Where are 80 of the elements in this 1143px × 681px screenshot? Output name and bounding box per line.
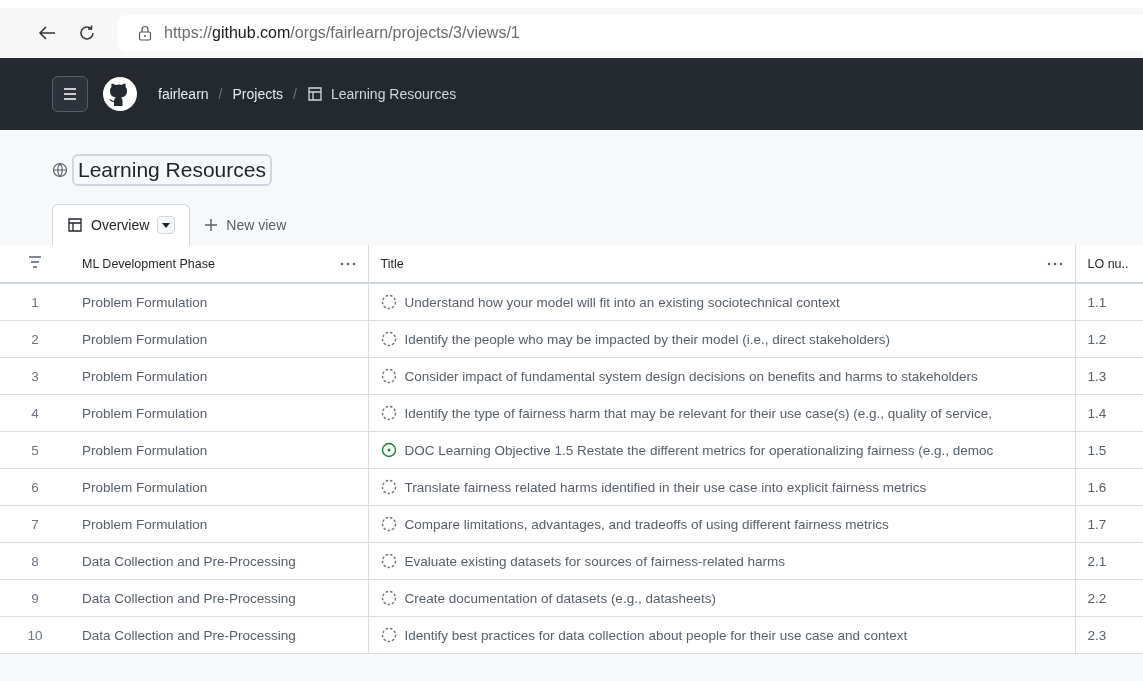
issue-title[interactable]: Identify the type of fairness harm that may be relevant for their use case(s) (e.g., quality of service, bbox=[404, 405, 993, 421]
issue-title[interactable]: Consider impact of fundamental system design decisions on benefits and harms to stakeholders bbox=[404, 368, 978, 384]
table-cell: 1.6 bbox=[1087, 479, 1107, 495]
row-number: 8 bbox=[31, 553, 39, 569]
row-number: 2 bbox=[31, 331, 39, 347]
octocat-logo-icon[interactable] bbox=[102, 76, 138, 112]
row-number: 10 bbox=[27, 627, 43, 643]
draft-issue-icon bbox=[380, 553, 397, 569]
table-cell: Data Collection and Pre-Processing bbox=[82, 627, 296, 643]
issue-title[interactable]: Create documentation of datasets (e.g., datasheets) bbox=[404, 590, 716, 606]
issue-title[interactable]: Understand how your model will fit into an existing sociotechnical context bbox=[404, 294, 840, 310]
draft-issue-icon bbox=[380, 405, 397, 421]
draft-issue-icon bbox=[380, 331, 397, 347]
table-cell: 2.2 bbox=[1087, 590, 1107, 606]
draft-issue-icon bbox=[380, 627, 397, 643]
table-cell: Problem Formulation bbox=[82, 442, 208, 458]
table-cell: 2.3 bbox=[1087, 627, 1107, 643]
draft-issue-icon bbox=[380, 590, 397, 606]
row-number: 7 bbox=[31, 516, 39, 532]
table-cell: 2.1 bbox=[1087, 553, 1107, 569]
row-number: 3 bbox=[31, 368, 39, 384]
issue-title[interactable]: Identify the people who may be impacted by their model (i.e., direct stakeholders) bbox=[404, 331, 890, 347]
project-title[interactable]: Learning Resources bbox=[72, 154, 272, 186]
more-icon[interactable] bbox=[1046, 261, 1063, 266]
breadcrumb-link[interactable]: fairlearn bbox=[158, 86, 209, 102]
table-cell: 1.4 bbox=[1087, 405, 1107, 421]
view-tab[interactable]: Overview bbox=[52, 204, 191, 245]
menu-button[interactable] bbox=[52, 76, 88, 112]
breadcrumb-separator: / bbox=[218, 86, 223, 102]
table-cell: Data Collection and Pre-Processing bbox=[82, 553, 296, 569]
breadcrumb-separator: / bbox=[293, 86, 297, 102]
issue-title[interactable]: DOC Learning Objective 1.5 Restate the different metrics for operationalizing fairness (e.g., democ bbox=[404, 442, 994, 458]
open-issue-icon bbox=[380, 442, 397, 458]
table-cell: Problem Formulation bbox=[82, 368, 208, 384]
draft-issue-icon bbox=[380, 368, 397, 384]
issue-title[interactable]: Translate fairness related harms identified in their use case into explicit fairness metrics bbox=[404, 479, 927, 495]
row-number: 9 bbox=[31, 590, 39, 606]
menu-icon bbox=[63, 88, 77, 100]
draft-issue-icon bbox=[380, 294, 397, 310]
back-icon[interactable] bbox=[38, 25, 56, 41]
issue-title[interactable]: Evaluate existing datasets for sources of fairness-related harms bbox=[404, 553, 785, 569]
table-cell: 1.3 bbox=[1087, 368, 1107, 384]
caret-icon bbox=[162, 222, 171, 228]
table-cell: 1.1 bbox=[1087, 294, 1107, 310]
column-header[interactable]: LO nu.. bbox=[1087, 256, 1129, 271]
table-cell: Problem Formulation bbox=[82, 294, 208, 310]
column-header[interactable]: ML Development Phase bbox=[82, 256, 215, 271]
table-cell: Problem Formulation bbox=[82, 405, 208, 421]
row-number: 6 bbox=[31, 479, 39, 495]
table-icon bbox=[306, 86, 323, 102]
row-number: 5 bbox=[31, 442, 39, 458]
row-number: 4 bbox=[31, 405, 39, 421]
more-icon[interactable] bbox=[339, 261, 356, 266]
url-text: https://github.com/orgs/fairlearn/projects/3/views/1 bbox=[164, 24, 520, 42]
table-cell: Problem Formulation bbox=[82, 516, 208, 532]
table-cell: Problem Formulation bbox=[82, 479, 208, 495]
column-header[interactable]: Title bbox=[380, 256, 404, 271]
row-number: 1 bbox=[31, 294, 39, 310]
issue-title[interactable]: Compare limitations, advantages, and tradeoffs of using different fairness metrics bbox=[404, 516, 889, 532]
reload-icon[interactable] bbox=[78, 24, 96, 42]
draft-issue-icon bbox=[380, 516, 397, 532]
breadcrumb-link[interactable]: Projects bbox=[232, 86, 284, 102]
plus-icon bbox=[204, 218, 219, 232]
table-cell: Problem Formulation bbox=[82, 331, 208, 347]
address-bar[interactable]: https://github.com/orgs/fairlearn/projects/3/views/1 bbox=[118, 15, 1143, 51]
view-options-button[interactable] bbox=[157, 216, 176, 234]
issue-title[interactable]: Identify best practices for data collection about people for their use case and context bbox=[404, 627, 908, 643]
globe-icon bbox=[52, 162, 68, 178]
table-cell: 1.7 bbox=[1087, 516, 1107, 532]
table-cell: Data Collection and Pre-Processing bbox=[82, 590, 296, 606]
lock-icon bbox=[138, 25, 152, 41]
table-cell: 1.2 bbox=[1087, 331, 1107, 347]
table-icon bbox=[67, 217, 83, 233]
breadcrumb-link[interactable]: Learning Resources bbox=[330, 86, 457, 102]
table-cell: 1.5 bbox=[1087, 442, 1107, 458]
tab-label: Overview bbox=[91, 217, 150, 233]
sort-icon[interactable] bbox=[28, 256, 42, 268]
view-tab[interactable]: New view bbox=[190, 205, 301, 245]
draft-issue-icon bbox=[380, 479, 397, 495]
tab-label: New view bbox=[226, 217, 287, 233]
